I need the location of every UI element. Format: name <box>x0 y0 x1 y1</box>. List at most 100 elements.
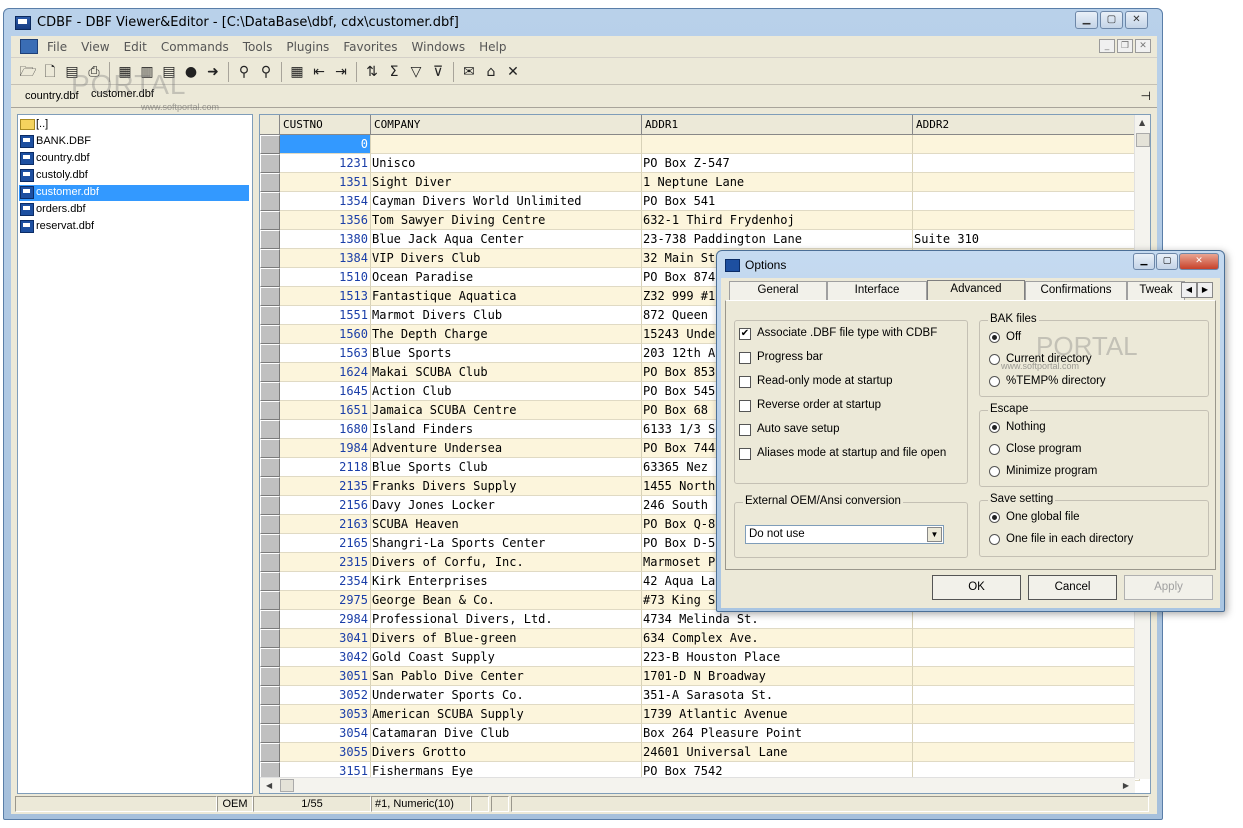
table-row[interactable]: 0 <box>260 135 1140 154</box>
menu-item[interactable]: File <box>47 40 67 54</box>
dialog-minimize-button[interactable]: ▁ <box>1133 253 1155 270</box>
table-cell[interactable]: Blue Sports <box>371 344 642 363</box>
table-cell[interactable]: 1351 <box>280 173 371 192</box>
radio-icon[interactable] <box>989 332 1000 343</box>
table-cell[interactable] <box>913 192 1140 211</box>
table-cell[interactable]: 1513 <box>280 287 371 306</box>
table-cell[interactable]: Divers of Corfu, Inc. <box>371 553 642 572</box>
sum-icon[interactable]: Σ <box>383 61 405 83</box>
table-cell[interactable]: Cayman Divers World Unlimited <box>371 192 642 211</box>
row-indicator[interactable] <box>260 610 280 629</box>
row-indicator[interactable] <box>260 572 280 591</box>
checkbox-box[interactable] <box>739 352 751 364</box>
radio-option[interactable]: Nothing <box>989 421 1046 433</box>
row-indicator[interactable] <box>260 515 280 534</box>
file-list-item[interactable]: country.dbf <box>19 151 90 167</box>
table-cell[interactable]: 3051 <box>280 667 371 686</box>
pin-icon[interactable]: ⊣ <box>1141 89 1151 103</box>
ok-button[interactable]: OK <box>932 575 1021 600</box>
tab-scroll-right-icon[interactable]: ▶ <box>1197 282 1213 298</box>
table-cell[interactable]: 2984 <box>280 610 371 629</box>
table-cell[interactable]: 1624 <box>280 363 371 382</box>
table-cell[interactable]: 2118 <box>280 458 371 477</box>
goto-first-icon[interactable]: ⇤ <box>308 61 330 83</box>
table-cell[interactable]: 3042 <box>280 648 371 667</box>
table-cell[interactable]: 1380 <box>280 230 371 249</box>
table-cell[interactable]: Tom Sawyer Diving Centre <box>371 211 642 230</box>
checkbox-box[interactable] <box>739 400 751 412</box>
table-cell[interactable]: Kirk Enterprises <box>371 572 642 591</box>
table-cell[interactable]: Franks Divers Supply <box>371 477 642 496</box>
close-file-icon[interactable]: ✕ <box>502 61 524 83</box>
table-cell[interactable]: Underwater Sports Co. <box>371 686 642 705</box>
row-indicator[interactable] <box>260 629 280 648</box>
table-cell[interactable]: Divers of Blue-green <box>371 629 642 648</box>
table-cell[interactable] <box>913 705 1140 724</box>
row-indicator[interactable] <box>260 458 280 477</box>
row-indicator[interactable] <box>260 325 280 344</box>
table-cell[interactable]: Action Club <box>371 382 642 401</box>
title-bar[interactable]: CDBF - DBF Viewer&Editor - [C:\DataBase\… <box>4 9 1162 37</box>
new-file-icon[interactable]: 🗋 <box>39 61 61 83</box>
table-row[interactable]: 1356 Tom Sawyer Diving Centre 632-1 Third … <box>260 211 1140 230</box>
open-folder-icon[interactable]: 🗁 <box>17 61 39 83</box>
option-checkbox[interactable]: Auto save setup <box>739 423 839 436</box>
table-cell[interactable]: Box 264 Pleasure Point <box>642 724 913 743</box>
row-indicator[interactable] <box>260 211 280 230</box>
column-header[interactable]: ADDR1 <box>642 115 913 135</box>
row-indicator[interactable] <box>260 591 280 610</box>
table-cell[interactable]: Suite 310 <box>913 230 1140 249</box>
radio-option[interactable]: %TEMP% directory <box>989 375 1106 387</box>
table-cell[interactable]: Island Finders <box>371 420 642 439</box>
table-cell[interactable]: Blue Jack Aqua Center <box>371 230 642 249</box>
table-cell[interactable]: Jamaica SCUBA Centre <box>371 401 642 420</box>
tab-tweak[interactable]: Tweak <box>1127 281 1185 300</box>
table-cell[interactable]: 1560 <box>280 325 371 344</box>
table-cell[interactable]: The Depth Charge <box>371 325 642 344</box>
option-checkbox[interactable]: Reverse order at startup <box>739 399 881 412</box>
table-cell[interactable]: 1551 <box>280 306 371 325</box>
table-cell[interactable] <box>913 629 1140 648</box>
table-cell[interactable]: 2354 <box>280 572 371 591</box>
row-indicator[interactable] <box>260 401 280 420</box>
table-cell[interactable]: 634 Complex Ave. <box>642 629 913 648</box>
row-indicator[interactable] <box>260 553 280 572</box>
file-list-item[interactable]: BANK.DBF <box>19 134 91 150</box>
table-cell[interactable]: Catamaran Dive Club <box>371 724 642 743</box>
radio-icon[interactable] <box>989 376 1000 387</box>
table-row[interactable]: 3054 Catamaran Dive Club Box 264 Pleasure … <box>260 724 1140 743</box>
row-indicator[interactable] <box>260 230 280 249</box>
radio-icon[interactable] <box>989 354 1000 365</box>
table-cell[interactable]: 1984 <box>280 439 371 458</box>
apply-button[interactable]: Apply <box>1124 575 1213 600</box>
menu-item[interactable]: Commands <box>161 40 229 54</box>
table-cell[interactable]: 632-1 Third Frydenhoj <box>642 211 913 230</box>
table-cell[interactable]: Marmot Divers Club <box>371 306 642 325</box>
table-cell[interactable] <box>913 724 1140 743</box>
table-cell[interactable]: PO Box Z-547 <box>642 154 913 173</box>
table-row[interactable]: 3055 Divers Grotto 24601 Universal Lane <box>260 743 1140 762</box>
table-cell[interactable] <box>371 135 642 154</box>
row-indicator[interactable] <box>260 743 280 762</box>
sort-icon[interactable]: ⇅ <box>361 61 383 83</box>
chevron-down-icon[interactable]: ▼ <box>927 527 942 542</box>
row-indicator[interactable] <box>260 477 280 496</box>
row-indicator[interactable] <box>260 363 280 382</box>
table-cell[interactable]: Makai SCUBA Club <box>371 363 642 382</box>
table-cell[interactable]: 1 Neptune Lane <box>642 173 913 192</box>
row-indicator[interactable] <box>260 686 280 705</box>
table-cell[interactable] <box>913 154 1140 173</box>
table-cell[interactable]: 1510 <box>280 268 371 287</box>
file-list-item[interactable]: custoly.dbf <box>19 168 88 184</box>
row-indicator[interactable] <box>260 724 280 743</box>
dialog-close-button[interactable]: ✕ <box>1179 253 1219 270</box>
radio-option[interactable]: Minimize program <box>989 465 1097 477</box>
table-cell[interactable] <box>913 667 1140 686</box>
clear-filter-icon[interactable]: ⊽ <box>427 61 449 83</box>
table-cell[interactable]: 3055 <box>280 743 371 762</box>
table-cell[interactable]: George Bean & Co. <box>371 591 642 610</box>
maximize-button[interactable]: ▢ <box>1100 11 1123 29</box>
table-cell[interactable]: San Pablo Dive Center <box>371 667 642 686</box>
tab-confirmations[interactable]: Confirmations <box>1025 281 1127 300</box>
table-cell[interactable] <box>913 686 1140 705</box>
